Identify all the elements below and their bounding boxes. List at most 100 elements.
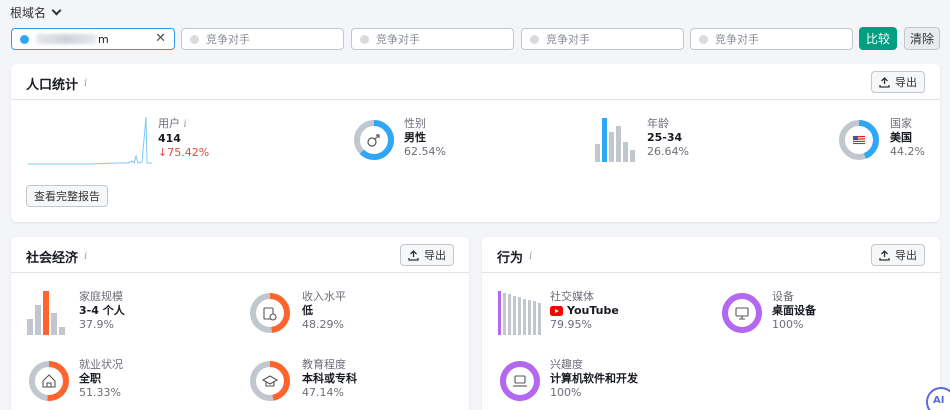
- interest-value: 计算机软件和开发: [550, 372, 638, 385]
- users-label: 用户: [158, 117, 180, 130]
- age-label: 年龄: [647, 117, 669, 130]
- social-media-bars-chart: [498, 291, 541, 335]
- gender-percent: 62.54%: [404, 145, 446, 158]
- employment-value: 全职: [79, 372, 101, 385]
- device-percent: 100%: [772, 318, 804, 331]
- social-media-metric: 社交媒体 YouTube 79.95%: [550, 290, 619, 332]
- behavior-card: 行为 i 导出 社交媒体 YouTube 79.95% 设备 桌面设备 100%…: [482, 237, 940, 410]
- card-header: 社会经济 i 导出: [11, 237, 469, 273]
- education-label: 教育程度: [302, 358, 346, 371]
- competitor-dot-icon: [530, 34, 539, 44]
- info-icon[interactable]: i: [84, 251, 87, 262]
- device-donut: [722, 293, 762, 333]
- export-button[interactable]: 导出: [871, 244, 925, 266]
- domain-type-label: 根域名: [10, 6, 47, 20]
- income-value: 低: [302, 304, 313, 317]
- primary-dot-icon: [20, 34, 29, 44]
- competitor-input-1[interactable]: 竞争对手: [181, 28, 344, 50]
- age-value: 25-34: [647, 131, 683, 144]
- employment-label: 就业状况: [79, 358, 123, 371]
- competitor-placeholder: 竞争对手: [546, 33, 590, 46]
- interest-donut: [500, 361, 540, 401]
- demographics-title: 人口统计 i: [26, 78, 88, 93]
- device-value: 桌面设备: [772, 304, 816, 317]
- users-value: 414: [158, 132, 181, 145]
- upload-icon: [879, 76, 890, 88]
- users-trend-chart: [28, 116, 152, 165]
- income-donut: [250, 293, 290, 333]
- household-metric: 家庭规模 3-4 个人 37.9%: [79, 290, 125, 332]
- money-icon: [263, 307, 277, 321]
- household-bars-chart: [27, 291, 65, 335]
- social-media-value: YouTube: [567, 304, 619, 317]
- household-percent: 37.9%: [79, 318, 114, 331]
- country-label: 国家: [890, 117, 912, 130]
- clear-button[interactable]: 清除: [904, 27, 940, 50]
- household-label: 家庭规模: [79, 290, 123, 303]
- device-label: 设备: [772, 290, 794, 303]
- primary-domain-suffix: m: [98, 32, 109, 46]
- education-donut: [250, 361, 290, 401]
- laptop-icon: [513, 375, 527, 387]
- ai-assistant-button[interactable]: AI: [926, 387, 950, 410]
- competitor-input-4[interactable]: 竞争对手: [690, 28, 853, 50]
- gender-label: 性别: [404, 117, 426, 130]
- income-percent: 48.29%: [302, 318, 344, 331]
- redacted-domain: [36, 34, 96, 44]
- country-percent: 44.2%: [890, 145, 925, 158]
- education-metric: 教育程度 本科或专科 47.14%: [302, 358, 357, 400]
- chevron-down-icon: [51, 5, 62, 16]
- socioeconomic-title: 社会经济 i: [26, 251, 88, 266]
- country-metric: 国家 美国 44.2%: [890, 117, 925, 159]
- gender-metric: 性别 男性 62.54%: [404, 117, 446, 159]
- gender-donut: [354, 120, 394, 160]
- interest-metric: 兴趣度 计算机软件和开发 100%: [550, 358, 638, 400]
- users-change: ↓75.42%: [158, 146, 210, 159]
- gender-value: 男性: [404, 131, 426, 144]
- card-header: 人口统计 i 导出: [11, 64, 940, 100]
- competitor-dot-icon: [699, 34, 708, 44]
- education-value: 本科或专科: [302, 372, 357, 385]
- competitor-input-2[interactable]: 竞争对手: [351, 28, 514, 50]
- social-media-percent: 79.95%: [550, 318, 592, 331]
- household-value: 3-4 个人: [79, 304, 125, 317]
- primary-domain-input[interactable]: m ✕: [11, 28, 175, 50]
- interest-label: 兴趣度: [550, 358, 583, 371]
- income-label: 收入水平: [302, 290, 346, 303]
- competitor-placeholder: 竞争对手: [376, 33, 420, 46]
- competitor-placeholder: 竞争对手: [715, 33, 759, 46]
- income-metric: 收入水平 低 48.29%: [302, 290, 346, 332]
- age-percent: 26.64%: [647, 145, 689, 158]
- employment-donut: [29, 361, 69, 401]
- interest-percent: 100%: [550, 386, 582, 399]
- education-percent: 47.14%: [302, 386, 344, 399]
- device-metric: 设备 桌面设备 100%: [772, 290, 816, 332]
- competitor-input-3[interactable]: 竞争对手: [521, 28, 684, 50]
- domain-type-selector[interactable]: 根域名: [10, 4, 62, 21]
- graduation-cap-icon: [261, 375, 279, 387]
- export-button[interactable]: 导出: [400, 244, 454, 266]
- compare-button[interactable]: 比较: [859, 27, 897, 50]
- info-icon[interactable]: i: [529, 251, 532, 262]
- competitor-placeholder: 竞争对手: [206, 33, 250, 46]
- info-icon[interactable]: i: [84, 78, 87, 89]
- age-metric: 年龄 25-34 26.64%: [647, 117, 689, 159]
- employment-metric: 就业状况 全职 51.33%: [79, 358, 123, 400]
- users-metric: 用户 i 414 ↓75.42%: [158, 117, 209, 160]
- info-icon[interactable]: i: [184, 119, 187, 130]
- social-media-label: 社交媒体: [550, 290, 594, 303]
- view-full-report-button[interactable]: 查看完整报告: [26, 185, 108, 207]
- country-value: 美国: [890, 131, 912, 144]
- export-button[interactable]: 导出: [871, 71, 925, 93]
- upload-icon: [408, 249, 419, 261]
- clear-input-icon[interactable]: ✕: [155, 31, 166, 46]
- socioeconomic-card: 社会经济 i 导出 家庭规模 3-4 个人 37.9% 收入水平 低 48.29…: [11, 237, 469, 410]
- employment-percent: 51.33%: [79, 386, 121, 399]
- card-header: 行为 i 导出: [482, 237, 940, 273]
- us-flag-icon: [852, 135, 866, 145]
- youtube-icon: [550, 306, 563, 316]
- age-bars-chart: [595, 118, 635, 162]
- competitor-dot-icon: [360, 34, 369, 44]
- behavior-title: 行为 i: [497, 251, 533, 266]
- upload-icon: [879, 249, 890, 261]
